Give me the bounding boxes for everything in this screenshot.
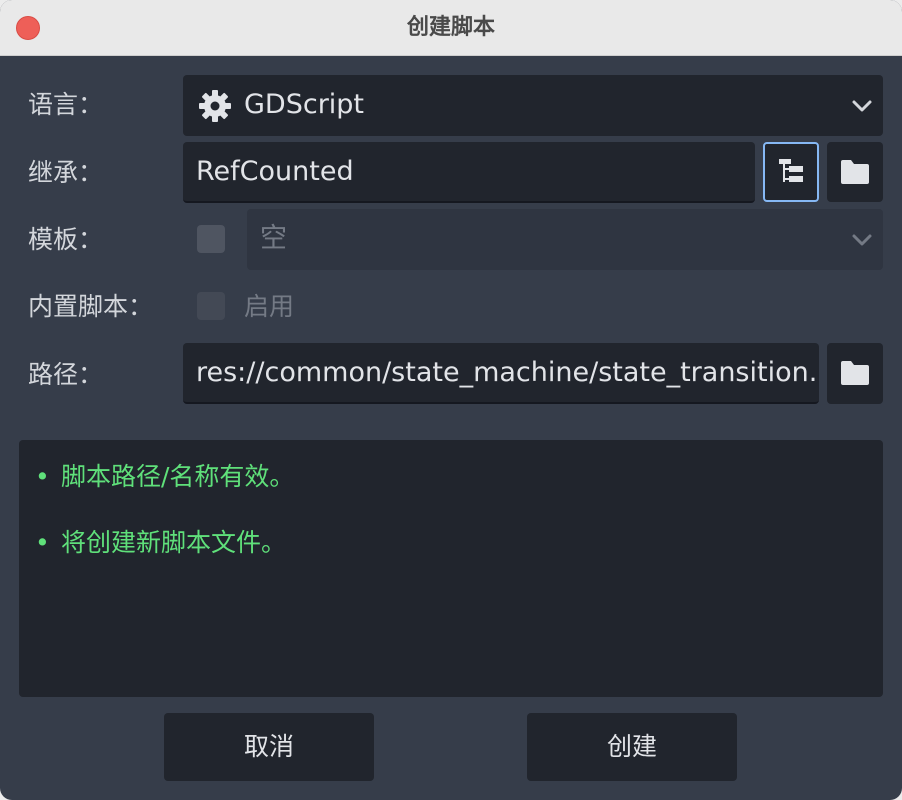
cancel-button[interactable]: 取消 bbox=[164, 713, 374, 781]
status-bullet: • bbox=[35, 528, 50, 557]
path-browse-button[interactable] bbox=[827, 343, 883, 404]
validation-status-panel: • 脚本路径/名称有效。 • 将创建新脚本文件。 bbox=[19, 440, 883, 697]
builtin-script-checkbox[interactable] bbox=[197, 292, 225, 320]
inherits-value: RefCounted bbox=[196, 156, 354, 187]
language-label: 语言： bbox=[28, 90, 104, 119]
status-text-create: 将创建新脚本文件。 bbox=[61, 528, 287, 557]
template-value: 空 bbox=[260, 223, 287, 254]
chevron-down-icon bbox=[851, 229, 873, 255]
builtin-script-enable-label: 启用 bbox=[244, 292, 295, 321]
create-script-dialog: 创建脚本 语言： GDScript 继承： RefCounted 模板： 空 内… bbox=[0, 0, 902, 800]
gear-icon bbox=[197, 88, 233, 124]
create-button[interactable]: 创建 bbox=[527, 713, 737, 781]
inherits-browse-button[interactable] bbox=[827, 142, 883, 202]
path-input[interactable]: res://common/state_machine/state_transit… bbox=[183, 343, 819, 404]
path-value: res://common/state_machine/state_transit… bbox=[196, 357, 816, 388]
status-text-valid: 脚本路径/名称有效。 bbox=[61, 462, 295, 491]
status-message-valid: • 脚本路径/名称有效。 bbox=[35, 460, 294, 494]
status-message-create: • 将创建新脚本文件。 bbox=[35, 526, 286, 560]
class-tree-icon bbox=[777, 157, 805, 185]
path-label: 路径： bbox=[28, 360, 104, 389]
template-label: 模板： bbox=[28, 225, 104, 254]
builtin-script-label: 内置脚本： bbox=[28, 292, 154, 321]
chevron-down-icon bbox=[851, 95, 873, 121]
language-dropdown[interactable]: GDScript bbox=[183, 75, 883, 136]
inherits-label: 继承： bbox=[28, 158, 104, 187]
status-bullet: • bbox=[35, 462, 50, 491]
title-bar: 创建脚本 bbox=[0, 0, 902, 56]
dialog-title: 创建脚本 bbox=[406, 15, 495, 40]
language-value: GDScript bbox=[244, 89, 365, 120]
folder-icon bbox=[840, 159, 870, 185]
folder-icon bbox=[840, 360, 870, 386]
inherits-input[interactable]: RefCounted bbox=[183, 142, 755, 203]
class-hierarchy-button[interactable] bbox=[763, 142, 819, 202]
template-checkbox[interactable] bbox=[197, 225, 225, 253]
template-dropdown[interactable]: 空 bbox=[247, 209, 883, 270]
